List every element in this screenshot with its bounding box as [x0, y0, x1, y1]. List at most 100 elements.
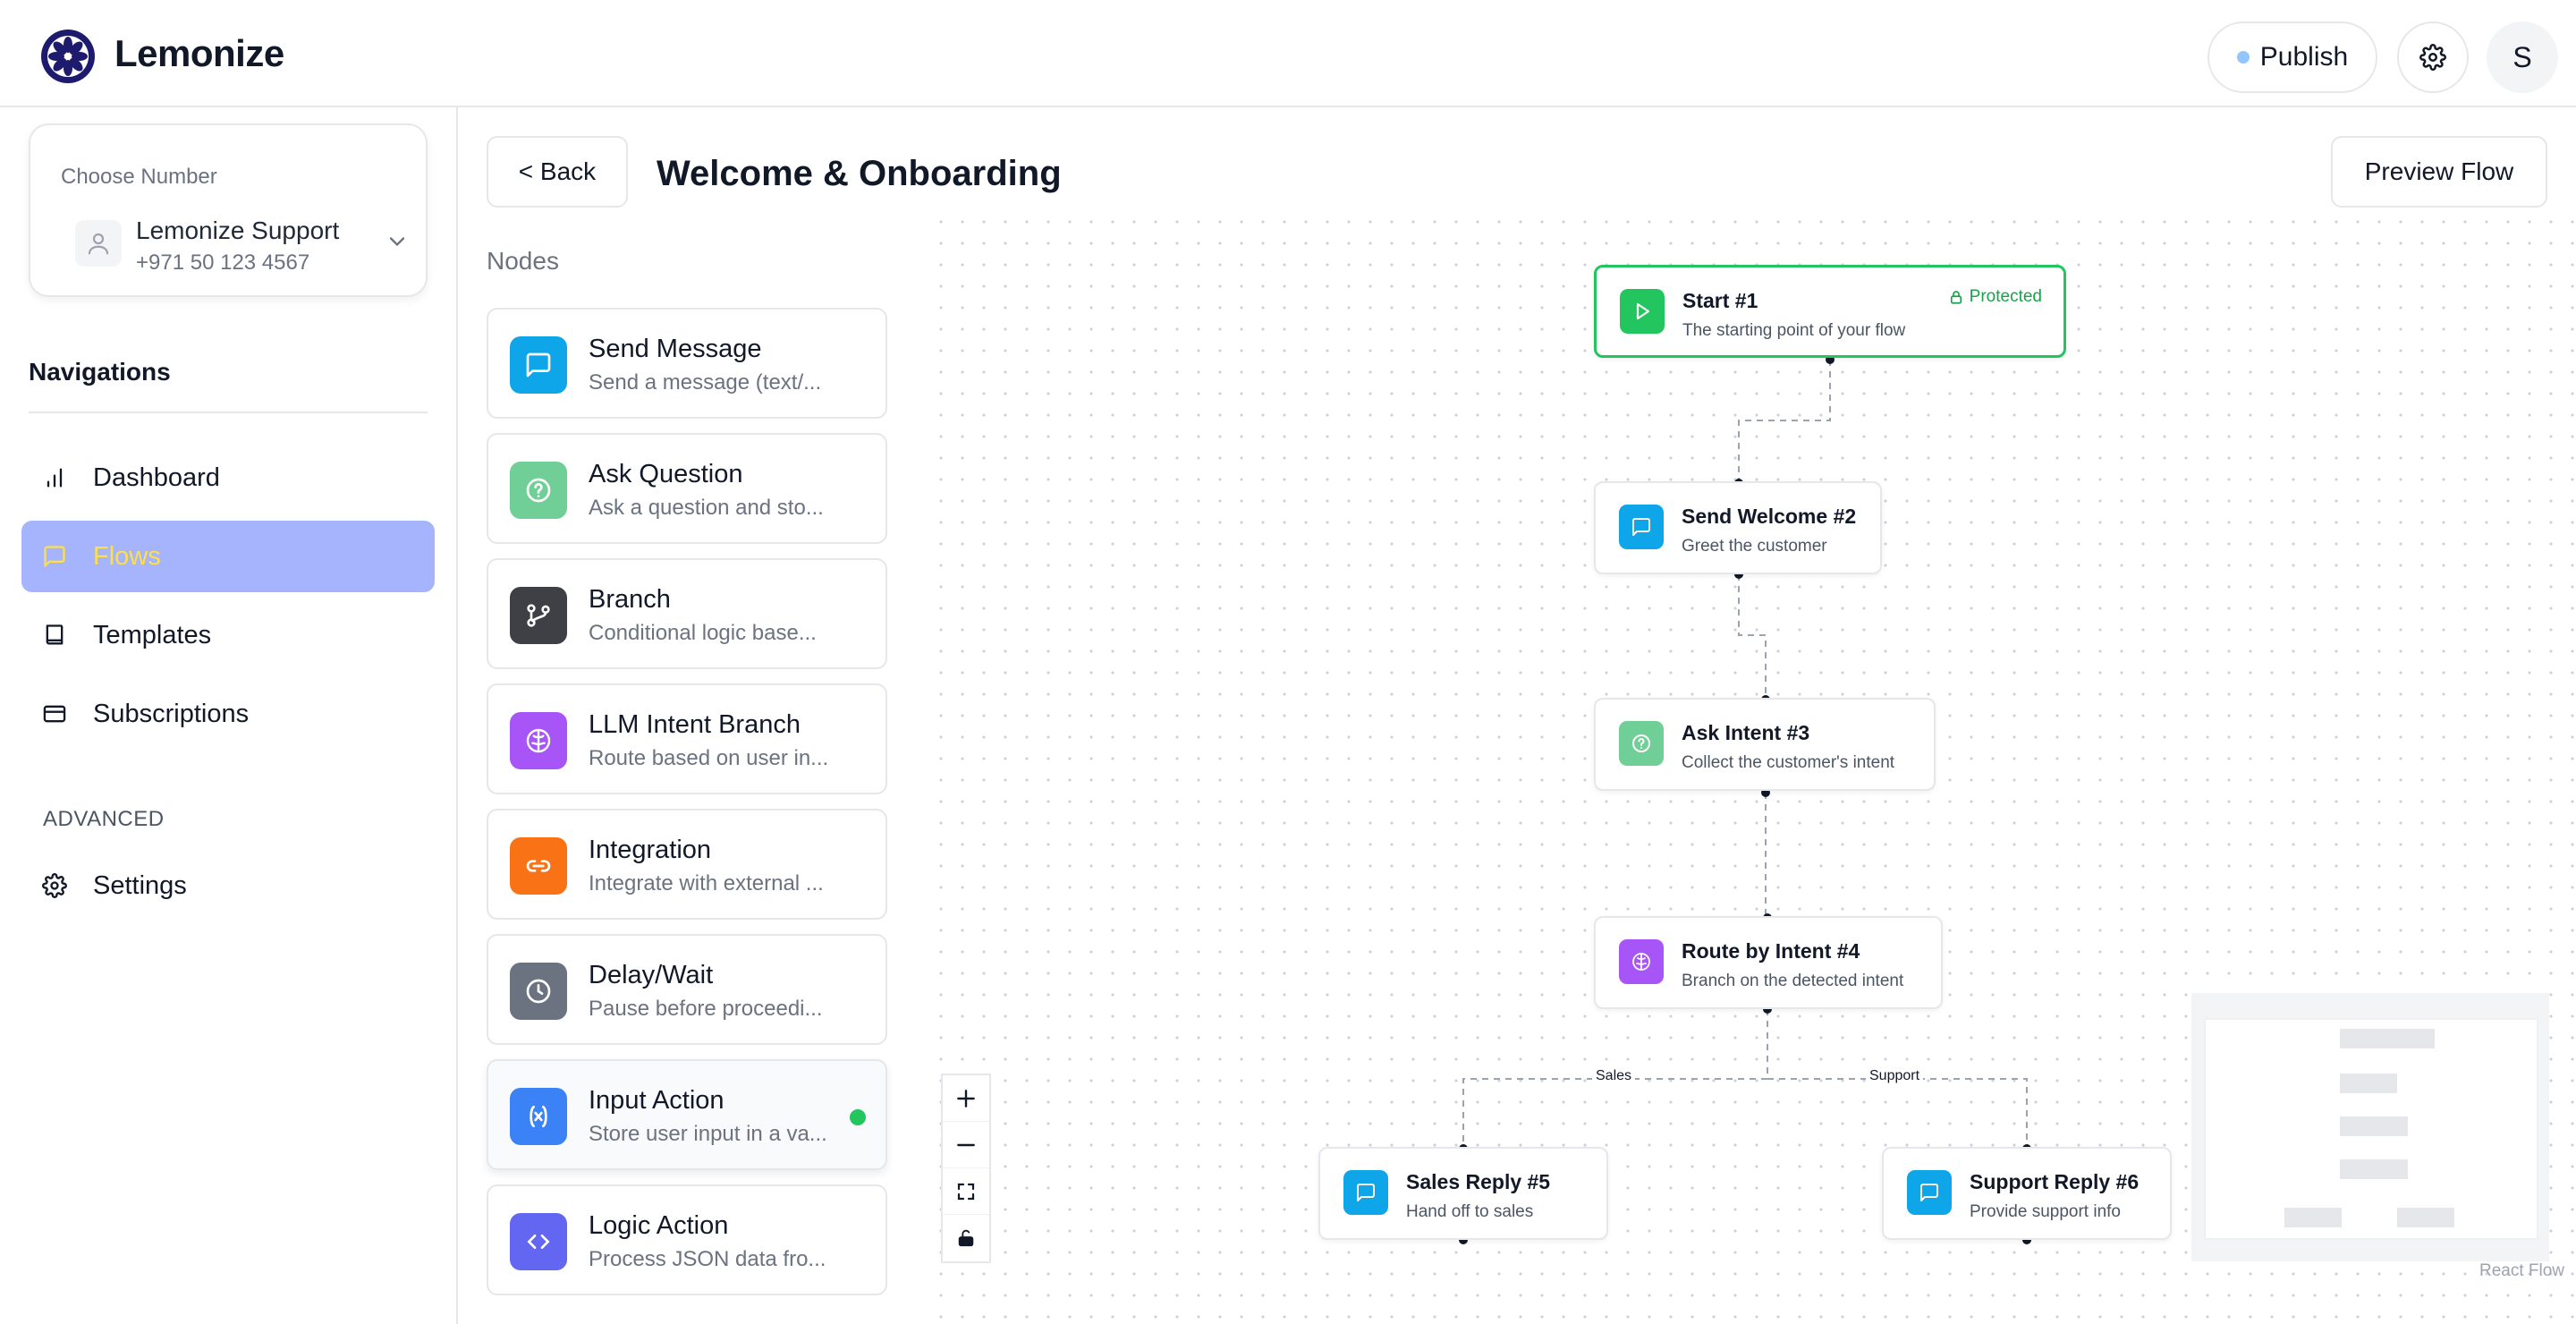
sidebar: Choose Number Lemonize Support +971 50 1…	[0, 107, 458, 1324]
preview-flow-button[interactable]: Preview Flow	[2331, 136, 2547, 208]
minimap-node	[2397, 1208, 2454, 1227]
zoom-out-button[interactable]	[943, 1122, 989, 1168]
back-button[interactable]: < Back	[487, 136, 628, 208]
zoom-in-button[interactable]	[943, 1075, 989, 1122]
palette-node-name: Logic Action	[589, 1211, 729, 1240]
flow-node-sales-reply[interactable]: Sales Reply #5 Hand off to sales	[1318, 1147, 1608, 1240]
code-icon	[510, 1213, 567, 1270]
app-name[interactable]: Lemonize	[114, 32, 284, 75]
top-bar: Lemonize Publish S	[0, 0, 2576, 107]
flow-node-start[interactable]: Start #1 The starting point of your flow…	[1594, 265, 2066, 358]
variable-icon	[510, 1088, 567, 1145]
flow-node-ask-intent[interactable]: Ask Intent #3 Collect the customer's int…	[1594, 698, 1936, 791]
minus-icon	[957, 1143, 975, 1146]
advanced-heading: ADVANCED	[43, 807, 165, 831]
minimap[interactable]	[2191, 993, 2549, 1261]
nodes-heading: Nodes	[487, 247, 559, 275]
edge-label-support: Support	[1866, 1068, 1924, 1084]
flow-node-subtitle: Collect the customer's intent	[1682, 753, 1895, 772]
publish-label: Publish	[2259, 42, 2349, 72]
plus-icon	[957, 1089, 975, 1108]
palette-node-send-message[interactable]: Send Message Send a message (text/...	[487, 308, 887, 419]
message-icon	[1343, 1170, 1388, 1215]
palette-node-name: Integration	[589, 836, 712, 864]
sidebar-item-templates[interactable]: Templates	[21, 599, 435, 671]
palette-node-llm-intent-branch[interactable]: LLM Intent Branch Route based on user in…	[487, 683, 887, 794]
palette-node-delay-wait[interactable]: Delay/Wait Pause before proceedi...	[487, 934, 887, 1045]
fit-view-icon	[957, 1183, 975, 1200]
palette-node-name: Input Action	[589, 1086, 724, 1115]
number-phone: +971 50 123 4567	[136, 250, 310, 275]
publish-button[interactable]: Publish	[2207, 21, 2377, 93]
brain-icon	[1619, 939, 1664, 984]
palette-node-desc: Ask a question and sto...	[589, 496, 824, 520]
minimap-node	[2340, 1074, 2397, 1093]
bar-chart-icon	[41, 464, 68, 491]
gear-icon	[2419, 44, 2446, 71]
sidebar-item-label: Templates	[93, 620, 212, 649]
chevron-down-icon[interactable]	[385, 229, 410, 254]
edge-label-sales: Sales	[1592, 1068, 1636, 1084]
protected-label: Protected	[1969, 287, 2042, 306]
flow-node-subtitle: Provide support info	[1970, 1202, 2121, 1221]
palette-node-integration[interactable]: Integration Integrate with external ...	[487, 809, 887, 920]
palette-node-name: Send Message	[589, 335, 762, 363]
flow-node-title: Ask Intent #3	[1682, 721, 1810, 744]
palette-node-name: Delay/Wait	[589, 961, 714, 989]
palette-node-input-action[interactable]: Input Action Store user input in a va...	[487, 1059, 887, 1170]
canvas-controls	[941, 1074, 991, 1263]
sidebar-item-settings[interactable]: Settings	[21, 850, 435, 921]
user-avatar[interactable]: S	[2487, 21, 2558, 93]
nav-divider	[29, 412, 428, 413]
question-icon	[510, 462, 567, 519]
palette-node-branch[interactable]: Branch Conditional logic base...	[487, 558, 887, 669]
lock-toggle-button[interactable]	[943, 1215, 989, 1261]
sidebar-item-subscriptions[interactable]: Subscriptions	[21, 678, 435, 750]
message-icon	[1619, 505, 1664, 549]
minimap-node	[2340, 1029, 2435, 1048]
palette-node-desc: Integrate with external ...	[589, 871, 824, 895]
book-icon	[41, 622, 68, 649]
fit-view-button[interactable]	[943, 1168, 989, 1215]
sidebar-item-label: Subscriptions	[93, 699, 250, 728]
flow-node-title: Send Welcome #2	[1682, 505, 1857, 528]
sidebar-item-dashboard[interactable]: Dashboard	[21, 442, 435, 513]
edge-start-welcome	[1738, 360, 1831, 483]
gear-icon	[41, 872, 68, 899]
credit-card-icon	[41, 700, 68, 727]
flow-node-title: Support Reply #6	[1970, 1170, 2140, 1193]
sidebar-item-flows[interactable]: Flows	[21, 521, 435, 592]
flow-node-subtitle: Branch on the detected intent	[1682, 972, 1904, 990]
flow-node-subtitle: Hand off to sales	[1406, 1202, 1534, 1221]
palette-node-ask-question[interactable]: Ask Question Ask a question and sto...	[487, 433, 887, 544]
flow-node-send-welcome[interactable]: Send Welcome #2 Greet the customer	[1594, 481, 1882, 574]
brain-icon	[510, 712, 567, 769]
sidebar-item-label: Settings	[93, 870, 187, 900]
flow-node-support-reply[interactable]: Support Reply #6 Provide support info	[1882, 1147, 2172, 1240]
play-icon	[1620, 289, 1665, 334]
minimap-node	[2340, 1159, 2408, 1179]
link-icon	[510, 837, 567, 895]
edge-welcome-ask	[1738, 574, 1767, 700]
choose-number-label: Choose Number	[61, 165, 217, 189]
palette-node-name: Ask Question	[589, 460, 743, 488]
palette-node-desc: Route based on user in...	[589, 746, 829, 770]
edge-route-support	[1767, 1078, 2028, 1149]
palette-node-desc: Store user input in a va...	[589, 1122, 827, 1146]
flow-node-title: Start #1	[1682, 289, 1758, 312]
react-flow-attribution[interactable]: React Flow	[2479, 1261, 2564, 1281]
unlock-icon	[958, 1229, 974, 1247]
palette-node-logic-action[interactable]: Logic Action Process JSON data fro...	[487, 1184, 887, 1295]
flow-node-subtitle: Greet the customer	[1682, 537, 1827, 556]
page-title: Welcome & Onboarding	[657, 154, 1062, 193]
protected-badge: Protected	[1948, 287, 2042, 307]
message-icon	[41, 543, 68, 570]
lemon-logo-icon[interactable]	[39, 28, 97, 85]
flow-node-route-by-intent[interactable]: Route by Intent #4 Branch on the detecte…	[1594, 916, 1943, 1009]
lock-icon	[1950, 291, 1962, 304]
message-icon	[1907, 1170, 1952, 1215]
git-branch-icon	[510, 587, 567, 644]
settings-button[interactable]	[2397, 21, 2469, 93]
palette-node-desc: Pause before proceedi...	[589, 997, 823, 1021]
number-selector[interactable]: Choose Number Lemonize Support +971 50 1…	[29, 123, 428, 297]
